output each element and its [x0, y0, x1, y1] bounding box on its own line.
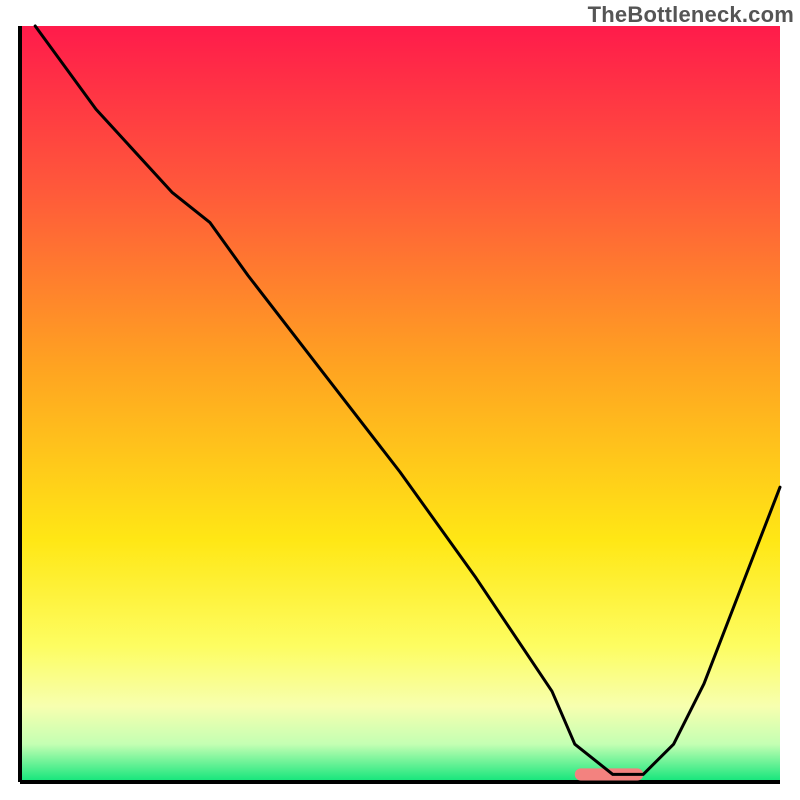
heat-gradient-background [20, 26, 780, 782]
bottleneck-chart: TheBottleneck.com [0, 0, 800, 800]
chart-canvas [0, 0, 800, 800]
